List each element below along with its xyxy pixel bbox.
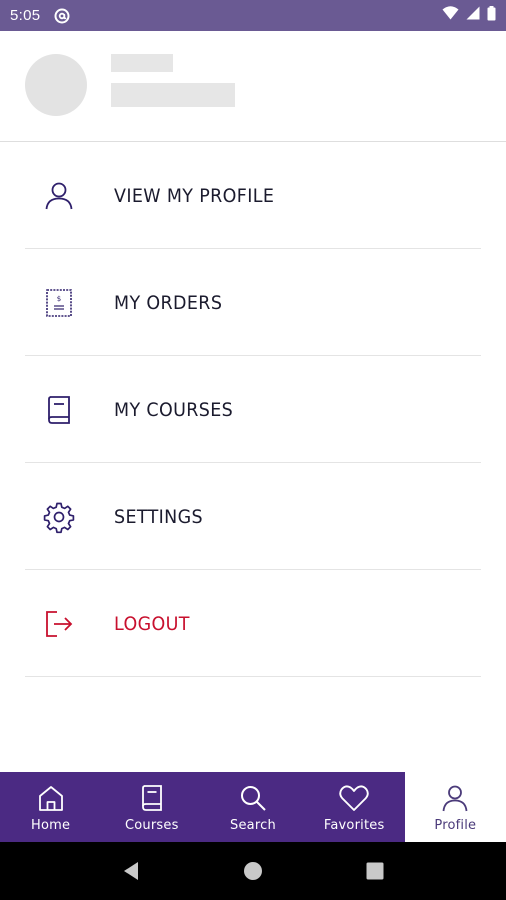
nav-item-search[interactable]: Search [202, 772, 303, 842]
menu-item-label: MY ORDERS [114, 291, 223, 314]
nav-label: Favorites [323, 818, 385, 833]
menu-item-label: SETTINGS [114, 505, 204, 528]
back-icon[interactable] [119, 859, 143, 883]
heart-icon [338, 782, 370, 814]
menu-item-label: MY COURSES [114, 398, 234, 421]
user-name-placeholder [111, 54, 173, 72]
user-email-placeholder [111, 83, 235, 107]
nav-item-home[interactable]: Home [0, 772, 101, 842]
menu-item-label: LOGOUT [114, 612, 190, 635]
search-icon [237, 782, 269, 814]
svg-text:$: $ [57, 295, 61, 303]
status-bar: 5:05 [0, 0, 506, 31]
home-icon [35, 782, 67, 814]
nav-item-courses[interactable]: Courses [101, 772, 202, 842]
menu-item-label: VIEW MY PROFILE [114, 184, 275, 207]
signal-icon [466, 6, 480, 25]
profile-menu: VIEW MY PROFILE $ MY ORDERS MY COURSES S… [0, 142, 506, 677]
nav-item-favorites[interactable]: Favorites [304, 772, 405, 842]
book-icon [41, 392, 77, 428]
nav-label: Home [30, 818, 71, 833]
wifi-icon [442, 6, 459, 25]
status-indicators [442, 5, 496, 26]
menu-item-settings[interactable]: SETTINGS [0, 463, 506, 570]
menu-item-my-orders[interactable]: $ MY ORDERS [0, 249, 506, 356]
user-icon [41, 178, 77, 214]
nav-label: Search [230, 818, 276, 833]
recents-icon[interactable] [363, 859, 387, 883]
receipt-icon: $ [41, 285, 77, 321]
home-circle-icon[interactable] [241, 859, 265, 883]
nav-item-profile[interactable]: Profile [404, 772, 506, 842]
gear-icon [41, 499, 77, 535]
status-time: 5:05 [10, 7, 41, 24]
menu-item-logout[interactable]: LOGOUT [0, 570, 506, 677]
avatar [25, 54, 87, 116]
battery-icon [487, 5, 496, 26]
logout-icon [41, 606, 77, 642]
book-icon [136, 782, 168, 814]
menu-item-view-profile[interactable]: VIEW MY PROFILE [0, 142, 506, 249]
profile-header [0, 31, 506, 142]
system-navigation-bar [0, 842, 506, 900]
nav-label: Profile [434, 818, 477, 833]
menu-item-my-courses[interactable]: MY COURSES [0, 356, 506, 463]
nav-label: Courses [125, 818, 179, 833]
user-icon [439, 782, 471, 814]
at-sign-icon [54, 8, 70, 24]
bottom-navigation: Home Courses Search Favorites Profile [0, 772, 506, 842]
